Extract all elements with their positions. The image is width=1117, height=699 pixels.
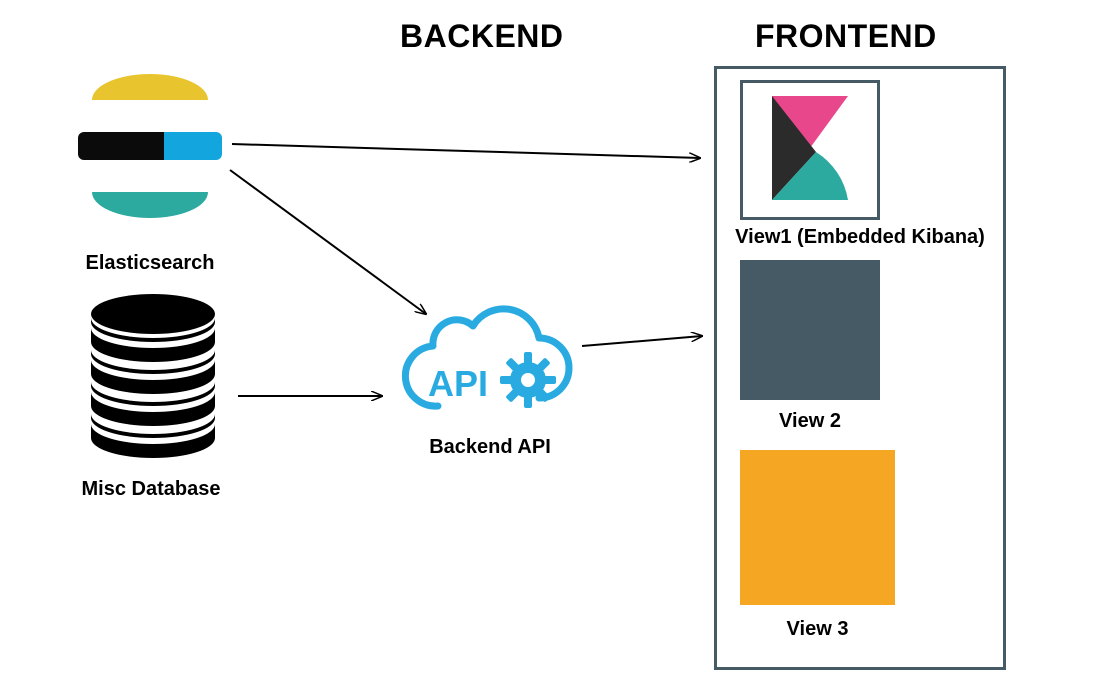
elasticsearch-node [78,74,222,238]
arrow-es-to-api [230,170,426,314]
arrow-es-to-view1 [232,144,700,158]
section-title-backend: BACKEND [400,18,564,55]
api-cloud-icon: API [388,296,588,436]
section-title-frontend: FRONTEND [755,18,937,55]
view1-label: View1 (Embedded Kibana) [714,226,1006,249]
database-icon [78,292,228,462]
arrow-api-to-view2 [582,336,702,346]
view3-card [740,450,895,605]
elasticsearch-label: Elasticsearch [70,252,230,275]
database-label: Misc Database [66,478,236,501]
view2-label: View 2 [740,410,880,433]
view1-card [740,80,880,220]
kibana-icon [758,90,862,210]
api-label: Backend API [420,436,560,459]
elasticsearch-icon [78,74,222,218]
view3-label: View 3 [740,618,895,641]
svg-text:API: API [428,363,488,404]
database-node [78,292,228,492]
view2-card [740,260,880,400]
